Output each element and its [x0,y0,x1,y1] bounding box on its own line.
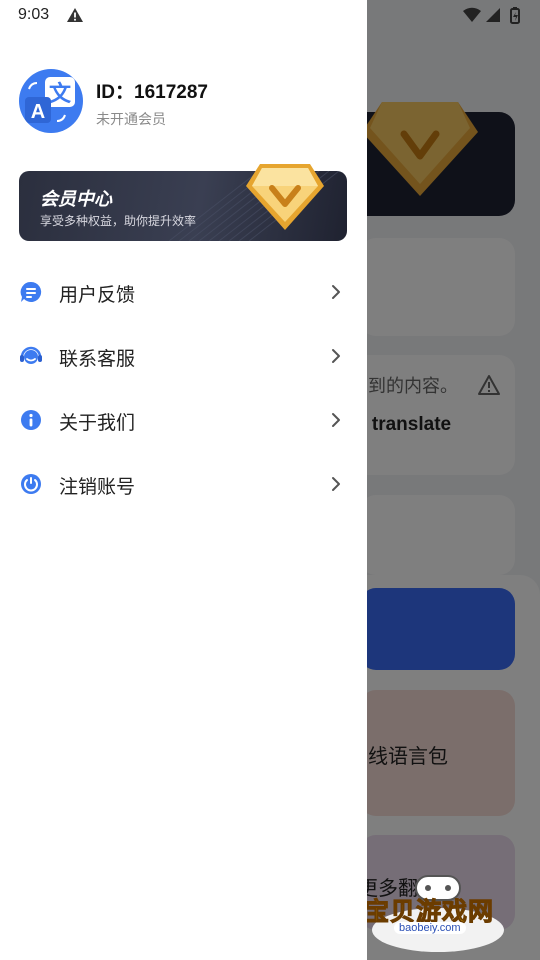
menu-item-delete-account[interactable]: 注销账号 [19,464,349,504]
menu-item-label: 联系客服 [59,348,136,370]
menu-item-feedback[interactable]: 用户反馈 [19,272,349,312]
svg-text:A: A [31,101,45,123]
watermark-url: baobeiy.com [394,922,466,934]
navigation-drawer: 文 A ID：1617287 未开通会员 会员中心 享受多种权益，助你提升效率 [0,0,367,960]
chevron-right-icon [332,477,340,491]
menu-item-label: 关于我们 [59,412,136,434]
member-status: 未开通会员 [96,112,166,128]
profile-header[interactable]: 文 A ID：1617287 未开通会员 [19,69,349,135]
status-time: 9:03 [18,6,50,23]
vip-diamond-icon [246,164,324,230]
signal-icon [486,8,500,22]
user-id: ID：1617287 [96,82,208,103]
feedback-icon [20,281,42,302]
chevron-right-icon [332,413,340,427]
headset-icon [20,346,42,364]
vip-card-subtitle: 享受多种权益，助你提升效率 [40,214,197,228]
watermark-logo: 宝贝游戏网 baobeiy.com [358,862,518,957]
battery-icon [510,7,520,24]
avatar[interactable]: 文 A [19,69,83,133]
menu-item-label: 用户反馈 [59,284,136,306]
status-icons [463,7,520,24]
status-bar: 9:03 [0,0,540,32]
chevron-right-icon [332,285,340,299]
vip-card-title: 会员中心 [40,189,112,210]
wifi-icon [463,7,481,22]
translate-icon: 文 A [25,77,75,123]
power-icon [21,474,41,494]
menu-item-customer-service[interactable]: 联系客服 [19,336,349,376]
chevron-right-icon [332,349,340,363]
svg-text:文: 文 [49,81,72,107]
warning-icon [67,8,83,22]
info-icon [21,410,41,430]
menu-item-about-us[interactable]: 关于我们 [19,400,349,440]
menu-item-label: 注销账号 [59,476,136,498]
